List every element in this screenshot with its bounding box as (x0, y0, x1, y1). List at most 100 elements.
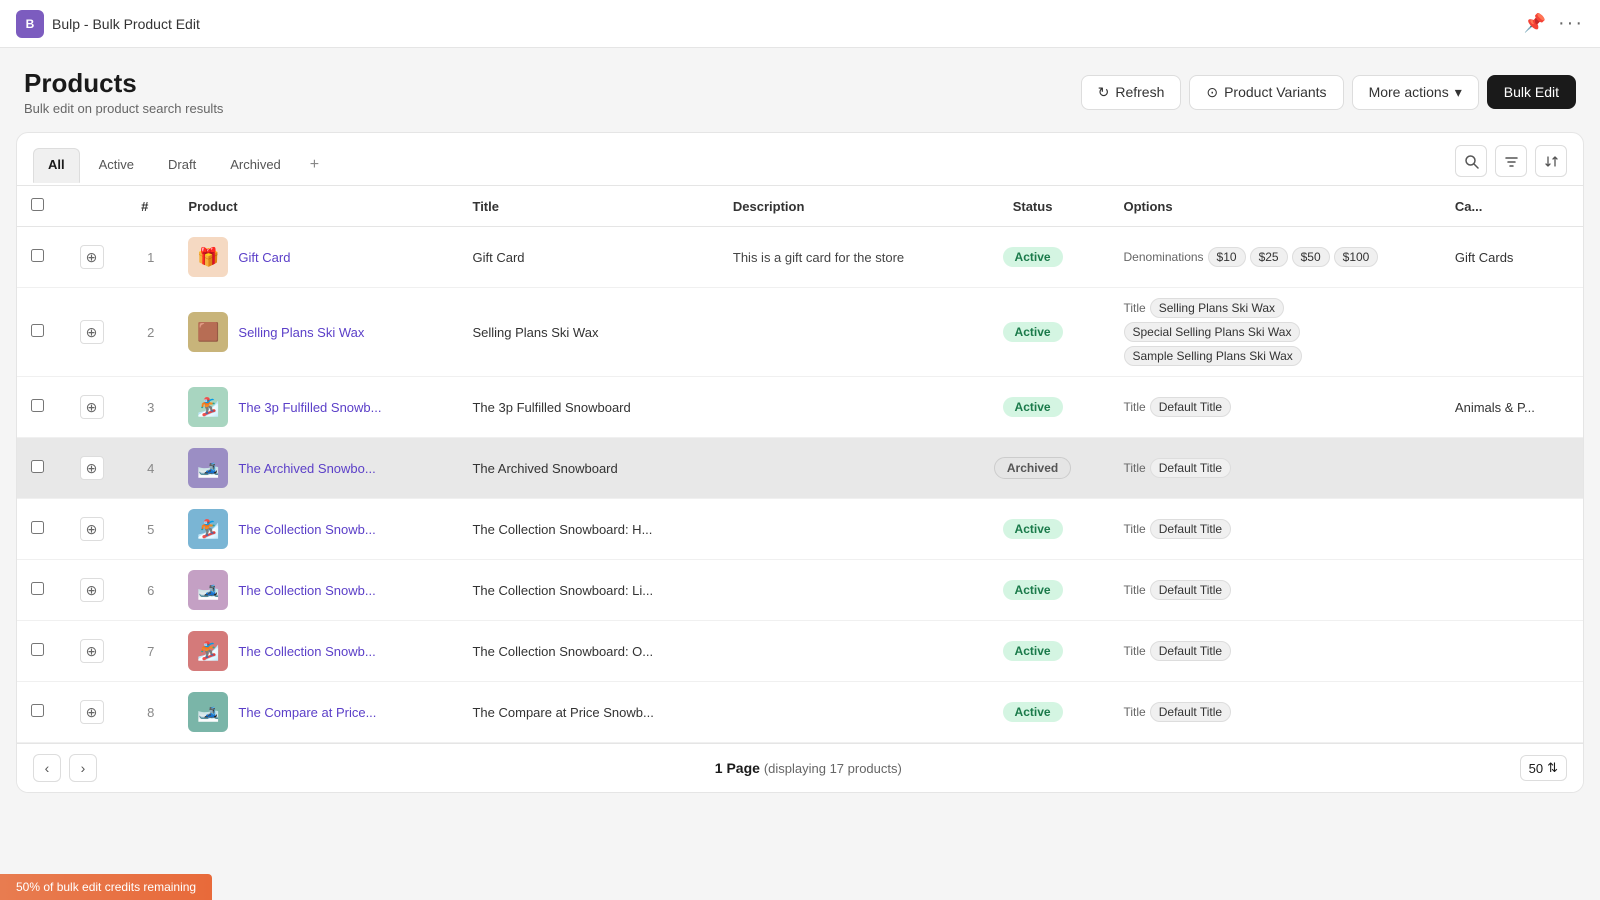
option-label: Title (1124, 400, 1146, 414)
sort-icon-button[interactable] (1535, 145, 1567, 177)
options-cell: Title Default Title (1124, 519, 1427, 539)
product-cell: 🏂 The Collection Snowb... (188, 631, 444, 671)
col-product-header: Product (174, 186, 458, 227)
row-checkbox[interactable] (31, 704, 44, 717)
select-all-checkbox[interactable] (31, 198, 44, 211)
product-cell: 🏂 The 3p Fulfilled Snowb... (188, 387, 444, 427)
top-bar-left: B Bulp - Bulk Product Edit (16, 10, 200, 38)
status-badge: Active (1003, 702, 1063, 722)
option-tag: $100 (1334, 247, 1379, 267)
refresh-button[interactable]: ↻ Refresh (1081, 75, 1182, 110)
product-cell: 🎿 The Compare at Price... (188, 692, 444, 732)
option-tag: Selling Plans Ski Wax (1150, 298, 1284, 318)
row-expand-button[interactable]: ⊕ (80, 578, 104, 602)
status-badge: Active (1003, 322, 1063, 342)
tab-draft[interactable]: Draft (153, 148, 211, 182)
row-checkbox[interactable] (31, 582, 44, 595)
tab-add-button[interactable]: + (300, 148, 329, 182)
option-tag: Default Title (1150, 458, 1231, 478)
per-page-selector[interactable]: 50 ⇅ (1520, 755, 1567, 781)
table-body: ⊕1 🎁 Gift Card Gift CardThis is a gift c… (17, 227, 1583, 743)
row-title: The 3p Fulfilled Snowboard (458, 377, 718, 438)
chevron-down-icon: ▾ (1455, 84, 1462, 101)
row-checkbox[interactable] (31, 521, 44, 534)
row-checkbox[interactable] (31, 643, 44, 656)
product-thumbnail: 🎿 (188, 570, 228, 610)
row-checkbox[interactable] (31, 324, 44, 337)
product-link[interactable]: The Collection Snowb... (238, 522, 375, 537)
page-title-area: Products Bulk edit on product search res… (24, 68, 223, 116)
page-info: 1 Page (displaying 17 products) (715, 760, 902, 776)
option-tag: $25 (1250, 247, 1288, 267)
row-expand-button[interactable]: ⊕ (80, 639, 104, 663)
row-number: 5 (127, 499, 174, 560)
next-page-button[interactable]: › (69, 754, 97, 782)
row-title: The Archived Snowboard (458, 438, 718, 499)
option-tag: Default Title (1150, 519, 1231, 539)
row-checkbox[interactable] (31, 249, 44, 262)
option-label: Title (1124, 301, 1146, 315)
row-category (1441, 438, 1583, 499)
option-label: Title (1124, 644, 1146, 658)
row-options: TitleDefault Title (1110, 377, 1441, 438)
row-expand-button[interactable]: ⊕ (80, 395, 104, 419)
table-row: ⊕ 3 🏂 The 3p Fulfilled Snowb... The 3p Fu… (17, 377, 1583, 438)
row-expand-button[interactable]: ⊕ (80, 517, 104, 541)
row-expand-button[interactable]: ⊕ (80, 320, 104, 344)
product-link[interactable]: The Collection Snowb... (238, 644, 375, 659)
row-category (1441, 288, 1583, 377)
tab-all[interactable]: All (33, 148, 80, 183)
row-options: TitleDefault Title (1110, 560, 1441, 621)
prev-page-button[interactable]: ‹ (33, 754, 61, 782)
table-row: ⊕6 🎿 The Collection Snowb... The Collect… (17, 560, 1583, 621)
row-description (719, 377, 956, 438)
pin-icon[interactable]: 📌 (1524, 13, 1546, 34)
options-cell: TitleDefault Title (1124, 397, 1427, 417)
topbar-more-icon[interactable]: ··· (1558, 12, 1584, 35)
product-cell: 🎿 The Archived Snowbo... (188, 448, 444, 488)
tab-active[interactable]: Active (84, 148, 149, 182)
options-cell: Title Default Title (1124, 702, 1427, 722)
product-link[interactable]: The Archived Snowbo... (238, 461, 375, 476)
option-tag: Default Title (1150, 702, 1231, 722)
app-title: Bulp - Bulk Product Edit (52, 16, 200, 32)
option-label: Title (1124, 583, 1146, 597)
row-number: 3 (127, 377, 174, 438)
col-desc-header: Description (719, 186, 956, 227)
row-expand-button[interactable]: ⊕ (80, 245, 104, 269)
more-actions-button[interactable]: More actions ▾ (1352, 75, 1479, 110)
row-number: 7 (127, 621, 174, 682)
product-link[interactable]: The Compare at Price... (238, 705, 376, 720)
option-tag: $50 (1292, 247, 1330, 267)
filter-icon-button[interactable] (1495, 145, 1527, 177)
product-link[interactable]: Selling Plans Ski Wax (238, 325, 364, 340)
product-cell: 🎿 The Collection Snowb... (188, 570, 444, 610)
product-variants-button[interactable]: ⊙ Product Variants (1189, 75, 1343, 110)
row-options: Title Default Title (1110, 499, 1441, 560)
row-expand-button[interactable]: ⊕ (80, 700, 104, 724)
status-badge: Archived (994, 457, 1071, 479)
product-cell: 🎁 Gift Card (188, 237, 444, 277)
row-description (719, 288, 956, 377)
table-row: ⊕8 🎿 The Compare at Price... The Compare… (17, 682, 1583, 743)
row-checkbox[interactable] (31, 460, 44, 473)
row-options: TitleDefault Title (1110, 621, 1441, 682)
tabs-left: All Active Draft Archived + (33, 148, 329, 183)
product-link[interactable]: The Collection Snowb... (238, 583, 375, 598)
tabs-bar: All Active Draft Archived + (17, 133, 1583, 186)
row-number: 4 (127, 438, 174, 499)
col-num: # (127, 186, 174, 227)
row-expand-button[interactable]: ⊕ (80, 456, 104, 480)
product-link[interactable]: The 3p Fulfilled Snowb... (238, 400, 381, 415)
tab-archived[interactable]: Archived (215, 148, 296, 182)
row-title: Gift Card (458, 227, 718, 288)
row-description (719, 499, 956, 560)
option-label: Title (1124, 705, 1146, 719)
option-label: Title (1124, 522, 1146, 536)
row-checkbox[interactable] (31, 399, 44, 412)
col-category-header: Ca... (1441, 186, 1583, 227)
bulk-edit-button[interactable]: Bulk Edit (1487, 75, 1576, 109)
product-link[interactable]: Gift Card (238, 250, 290, 265)
search-icon-button[interactable] (1455, 145, 1487, 177)
product-cell: 🟫 Selling Plans Ski Wax (188, 312, 444, 352)
